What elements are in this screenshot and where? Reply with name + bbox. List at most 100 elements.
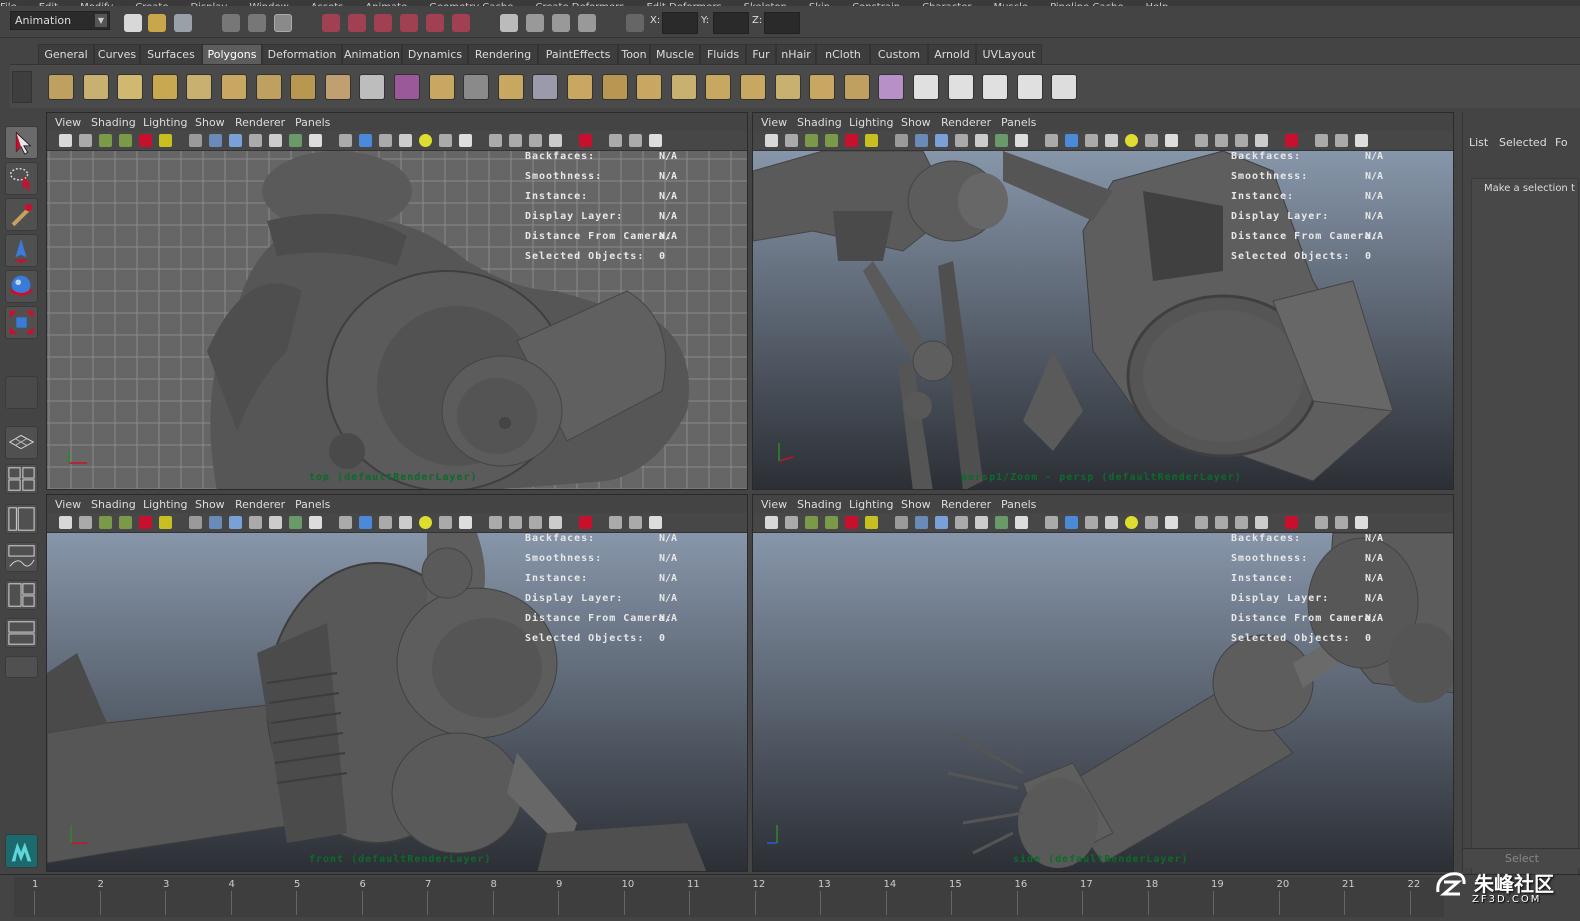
viewport-tool-icon[interactable] (59, 516, 72, 529)
viewport-tool-icon[interactable] (935, 516, 948, 529)
viewport-tool-icon[interactable] (1285, 134, 1298, 147)
viewport-menu-panels[interactable]: Panels (295, 498, 330, 511)
viewport-tool-icon[interactable] (439, 134, 452, 147)
poly-pipe-icon[interactable] (290, 74, 317, 100)
viewport-tool-icon[interactable] (419, 516, 432, 529)
viewport-tool-icon[interactable] (79, 516, 92, 529)
viewport-tool-icon[interactable] (995, 134, 1008, 147)
uv-editor-icon[interactable] (1051, 74, 1078, 100)
viewport-tool-icon[interactable] (1045, 134, 1058, 147)
viewport-tool-icon[interactable] (955, 134, 968, 147)
viewport-tool-icon[interactable] (1165, 134, 1178, 147)
viewport-tool-icon[interactable] (189, 134, 202, 147)
four-view-layout-icon[interactable] (5, 464, 38, 494)
viewport-tool-icon[interactable] (1335, 516, 1348, 529)
viewport-tool-icon[interactable] (1315, 134, 1328, 147)
move-tool-icon[interactable] (5, 234, 38, 267)
viewport-tool-icon[interactable] (459, 134, 472, 147)
history-icon[interactable] (452, 14, 470, 32)
viewport-tool-icon[interactable] (765, 134, 778, 147)
viewport-tool-icon[interactable] (649, 134, 662, 147)
viewport-tool-icon[interactable] (79, 134, 92, 147)
uv-automatic-icon[interactable] (1016, 74, 1043, 100)
viewport-menu-show[interactable]: Show (901, 116, 931, 129)
bridge-icon[interactable] (705, 74, 732, 100)
viewport-tool-icon[interactable] (845, 516, 858, 529)
viewport-menu-shading[interactable]: Shading (91, 116, 136, 129)
viewport-menu-show[interactable]: Show (195, 498, 225, 511)
viewport-tool-icon[interactable] (529, 516, 542, 529)
viewport-menu-shading[interactable]: Shading (797, 116, 842, 129)
shelf-tab[interactable]: PaintEffects (538, 44, 618, 64)
viewport-tool-icon[interactable] (99, 516, 112, 529)
uv-spherical-icon[interactable] (982, 74, 1009, 100)
viewport-menu-lighting[interactable]: Lighting (849, 116, 893, 129)
viewport-tool-icon[interactable] (269, 134, 282, 147)
select-by-component-icon[interactable] (274, 14, 292, 32)
viewport-tool-icon[interactable] (935, 134, 948, 147)
poly-platonic-icon[interactable] (394, 74, 420, 100)
poly-torus-icon[interactable] (221, 74, 247, 100)
viewport-side[interactable]: View Shading Lighting Show Renderer Panels Ba… (752, 494, 1454, 872)
viewport-menu-renderer[interactable]: Renderer (235, 498, 285, 511)
viewport-tool-icon[interactable] (1125, 516, 1138, 529)
viewport-tool-icon[interactable] (649, 516, 662, 529)
viewport-tool-icon[interactable] (289, 516, 302, 529)
viewport-tool-icon[interactable] (865, 516, 878, 529)
last-tool-icon[interactable] (5, 376, 38, 409)
shelf-tab[interactable]: Polygons (202, 44, 262, 64)
shelf-tab[interactable]: Muscle (650, 44, 700, 64)
viewport-tool-icon[interactable] (785, 516, 798, 529)
viewport-tool-icon[interactable] (339, 516, 352, 529)
viewport-tool-icon[interactable] (1285, 516, 1298, 529)
viewport-menu-lighting[interactable]: Lighting (849, 498, 893, 511)
shelf-tab[interactable]: Toon (618, 44, 650, 64)
poly-prism-icon[interactable] (255, 74, 282, 100)
make-live-icon[interactable] (426, 14, 444, 32)
viewport-tool-icon[interactable] (1105, 516, 1118, 529)
viewport-persp[interactable]: View Shading Lighting Show Renderer Panels (752, 112, 1454, 490)
insert-edge-loop-icon[interactable] (809, 74, 836, 100)
rotate-tool-icon[interactable] (5, 270, 38, 303)
viewport-menu-renderer[interactable]: Renderer (941, 498, 991, 511)
render-settings-icon[interactable] (578, 14, 596, 32)
offset-edge-loop-icon[interactable] (843, 74, 870, 100)
open-scene-icon[interactable] (148, 14, 166, 32)
viewport-tool-icon[interactable] (845, 134, 858, 147)
render-view-icon[interactable] (500, 14, 518, 32)
viewport-tool-icon[interactable] (459, 516, 472, 529)
viewport-tool-icon[interactable] (915, 134, 928, 147)
viewport-tool-icon[interactable] (975, 516, 988, 529)
viewport-menu-shading[interactable]: Shading (797, 498, 842, 511)
append-polygon-icon[interactable] (740, 74, 766, 100)
poly-cone-icon[interactable] (151, 74, 178, 100)
booleans-icon[interactable] (567, 74, 593, 100)
viewport-tool-icon[interactable] (549, 134, 562, 147)
shelf-tab[interactable]: nHair (776, 44, 816, 64)
shelf-tab[interactable]: Surfaces (140, 44, 202, 64)
select-by-object-icon[interactable] (248, 14, 266, 32)
viewport-tool-icon[interactable] (1145, 516, 1158, 529)
viewport-tool-icon[interactable] (209, 134, 222, 147)
viewport-tool-icon[interactable] (1145, 134, 1158, 147)
viewport-tool-icon[interactable] (139, 516, 152, 529)
viewport-menu-view[interactable]: View (761, 116, 787, 129)
viewport-tool-icon[interactable] (825, 134, 838, 147)
time-slider[interactable]: 1 2 3 4 5 6 7 8 9 10 11 12 13 14 15 16 17 18 19 20 21 22 (0, 874, 1580, 921)
viewport-tool-icon[interactable] (439, 516, 452, 529)
smooth-icon[interactable] (601, 74, 628, 100)
snap-to-curves-icon[interactable] (348, 14, 366, 32)
extrude-icon[interactable] (670, 74, 697, 100)
hypershade-layout-icon[interactable] (5, 580, 38, 610)
viewport-tool-icon[interactable] (865, 134, 878, 147)
viewport-tool-icon[interactable] (359, 516, 372, 529)
poly-pyramid-icon[interactable] (428, 74, 455, 100)
viewport-menu-show[interactable]: Show (195, 116, 225, 129)
viewport-tool-icon[interactable] (59, 134, 72, 147)
viewport-tool-icon[interactable] (549, 516, 562, 529)
viewport-tool-icon[interactable] (379, 516, 392, 529)
poly-helix-icon[interactable] (324, 74, 351, 100)
viewport-tool-icon[interactable] (509, 134, 522, 147)
viewport-tool-icon[interactable] (119, 516, 132, 529)
viewport-tool-icon[interactable] (189, 516, 202, 529)
